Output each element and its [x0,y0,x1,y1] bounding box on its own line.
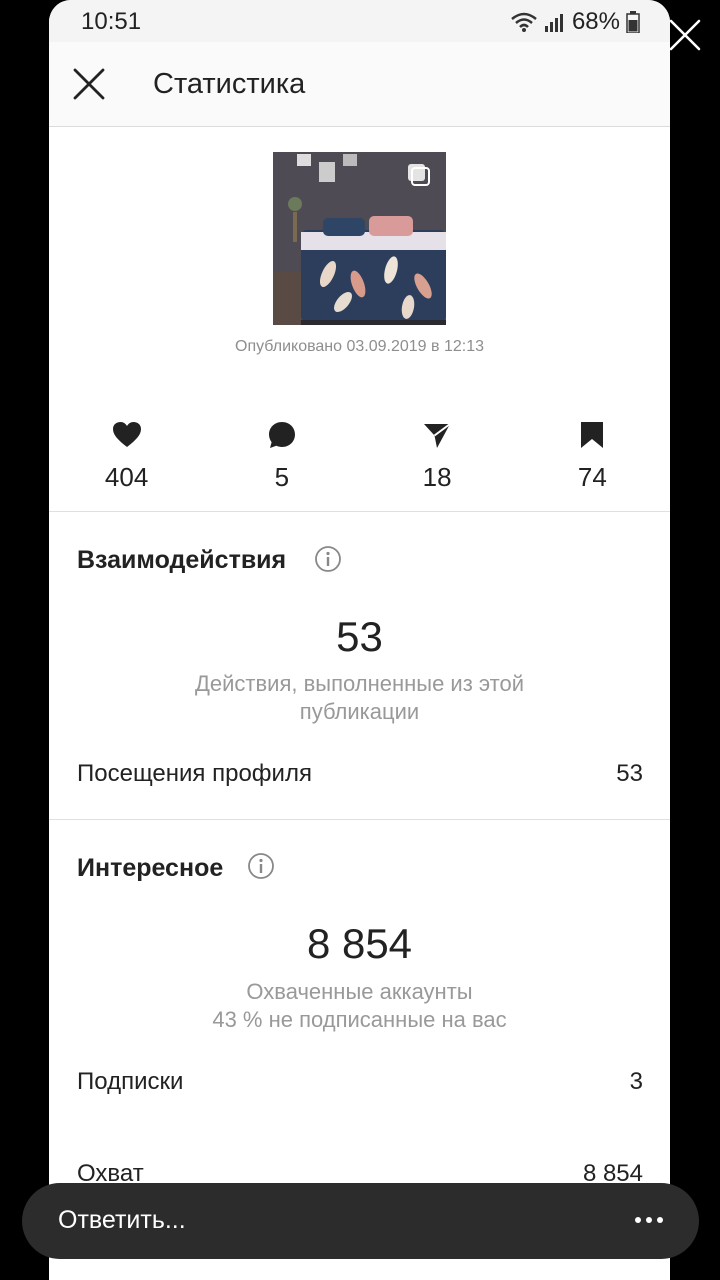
metrics-row: 404 5 18 74 [49,420,670,493]
app-bar: Статистика [49,42,670,127]
metric-comments[interactable]: 5 [204,420,359,493]
send-icon [424,423,451,448]
comments-count: 5 [274,462,290,492]
reach-description: Охваченные аккаунты [246,979,473,1004]
reach-non-followers: 43 % не подписанные на вас [212,1007,507,1032]
profile-visits-label: Посещения профиля [77,760,312,787]
battery-percent: 68% [571,8,620,35]
interactions-info-button[interactable] [314,545,342,573]
wifi-icon [511,12,537,32]
interactions-title: Взаимодействия [77,546,287,574]
metric-saves[interactable]: 74 [515,420,670,493]
interactions-description: Действия, выполненные из этой публикации [194,671,525,724]
bookmark-icon [581,422,604,448]
more-icon [657,1217,663,1223]
likes-count: 404 [104,462,149,492]
reply-input[interactable]: Ответить... [58,1206,186,1235]
signal-icon [544,14,563,32]
reply-bar[interactable]: Ответить... [22,1183,699,1259]
published-date: Опубликовано 03.09.2019 в 12:13 [235,338,484,355]
saves-count: 74 [577,462,607,492]
info-icon [315,546,341,572]
divider [49,819,670,820]
profile-visits-value: 53 [616,760,643,787]
more-icon [646,1217,652,1223]
more-icon [635,1217,641,1223]
close-icon [669,19,701,51]
post-thumbnail[interactable] [273,152,446,325]
shares-count: 18 [422,462,452,492]
follows-value: 3 [629,1068,643,1095]
divider [49,511,670,512]
interactions-value: 53 [336,613,383,660]
status-bar: 10:51 68% [49,0,670,42]
follows-label: Подписки [77,1068,184,1095]
screen: 10:51 68% Статистика Опубликовано 03.09.… [49,0,670,1280]
comment-icon [268,422,295,448]
heart-icon [112,422,141,447]
status-indicators: 68% [510,8,640,36]
discovery-info-button[interactable] [247,852,275,880]
metric-shares[interactable]: 18 [360,420,515,493]
discovery-title: Интересное [77,854,224,882]
status-time: 10:51 [81,8,142,35]
profile-visits-row: Посещения профиля 53 [77,760,643,788]
dismiss-button[interactable] [666,16,704,54]
post-image [273,152,446,325]
battery-icon [626,11,640,33]
metric-likes[interactable]: 404 [49,420,204,493]
follows-row: Подписки 3 [77,1068,643,1096]
close-icon [73,68,105,100]
info-icon [248,853,274,879]
close-button[interactable] [69,64,109,104]
more-options-button[interactable] [635,1217,663,1225]
reach-value: 8 854 [306,920,413,967]
page-title: Статистика [153,68,306,100]
